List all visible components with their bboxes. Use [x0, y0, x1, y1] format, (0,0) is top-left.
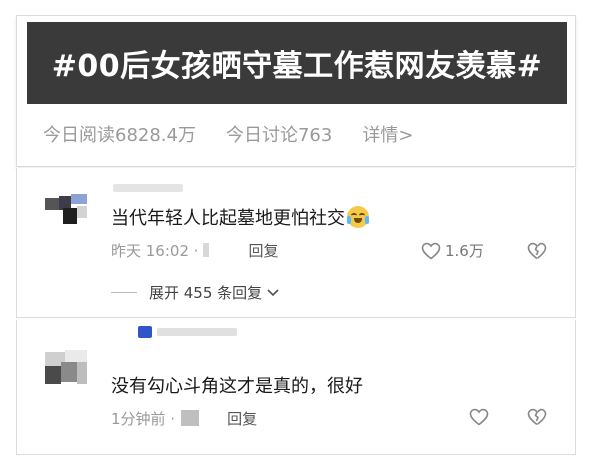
comment-text: 没有勾心斗角这才是真的，很好	[111, 372, 363, 398]
broken-heart-icon	[527, 242, 547, 260]
location-redacted	[202, 243, 209, 257]
topic-title: #00后女孩晒守墓工作惹网友羡慕#	[27, 22, 567, 104]
username-redacted	[113, 184, 183, 192]
reply-button[interactable]: 回复	[227, 408, 257, 429]
dislike-button[interactable]	[527, 408, 547, 426]
details-link[interactable]: 详情>	[362, 121, 413, 147]
broken-heart-icon	[527, 408, 547, 426]
chevron-down-icon	[267, 288, 279, 296]
comment-time: 1分钟前 ·	[111, 409, 176, 428]
divider-dash	[111, 292, 137, 293]
discussions-today: 今日讨论763	[225, 125, 333, 146]
avatar[interactable]	[45, 350, 89, 386]
comment-body: 没有勾心斗角这才是真的，很好	[111, 376, 363, 397]
crying-laughing-emoji-icon	[347, 206, 369, 228]
location-redacted	[181, 410, 200, 426]
topic-stats: 今日阅读6828.4万 今日讨论763 详情>	[43, 114, 443, 154]
like-button[interactable]	[469, 408, 489, 426]
reply-button[interactable]: 回复	[249, 240, 279, 261]
avatar[interactable]	[45, 190, 89, 226]
comment-meta: 1分钟前 · 回复	[111, 406, 257, 430]
expand-replies-label: 展开 455 条回复	[149, 284, 263, 302]
comment-meta: 昨天 16:02 · 回复	[111, 238, 279, 262]
comment-item: 当代年轻人比起墓地更怕社交 昨天 16:02 · 回复 1.6万 展开 455 …	[16, 168, 576, 318]
dislike-button[interactable]	[527, 242, 547, 260]
heart-icon	[469, 408, 489, 426]
reads-today: 今日阅读6828.4万	[43, 125, 196, 146]
heart-icon	[421, 242, 441, 260]
expand-replies-button[interactable]: 展开 455 条回复	[111, 282, 280, 303]
username-redacted	[157, 328, 237, 336]
like-button[interactable]: 1.6万	[421, 240, 484, 261]
topic-header-card: #00后女孩晒守墓工作惹网友羡慕# 今日阅读6828.4万 今日讨论763 详情…	[16, 15, 576, 167]
comment-time: 昨天 16:02 ·	[111, 241, 199, 260]
comment-item: 没有勾心斗角这才是真的，很好 1分钟前 · 回复	[16, 320, 576, 455]
comment-text: 当代年轻人比起墓地更怕社交	[111, 204, 369, 230]
comment-body: 当代年轻人比起墓地更怕社交	[111, 208, 345, 229]
user-badge-redacted	[138, 326, 152, 338]
like-count: 1.6万	[445, 242, 484, 260]
